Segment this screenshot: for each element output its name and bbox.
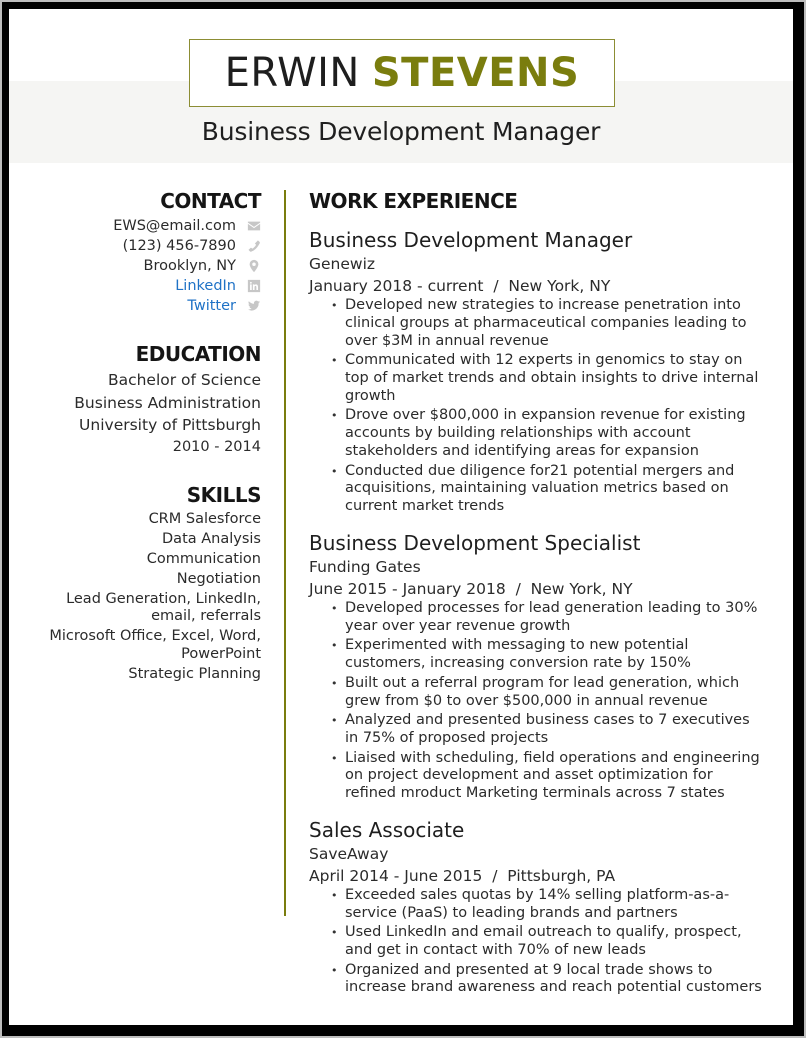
bullet-item: Liaised with scheduling, field operation…: [331, 750, 765, 803]
school: University of Pittsburgh: [79, 416, 261, 434]
map-pin-icon: [246, 259, 261, 274]
envelope-icon: [246, 219, 261, 234]
skill-item: Lead Generation, LinkedIn, email, referr…: [66, 590, 261, 625]
job-entry: Business Development Specialist Funding …: [309, 530, 779, 803]
job-entry: Sales Associate SaveAway April 2014 - Ju…: [309, 817, 779, 997]
last-name: STEVENS: [371, 50, 580, 96]
linkedin-icon: [246, 279, 261, 294]
skills-heading: SKILLS: [186, 482, 262, 507]
first-name: ERWIN: [224, 50, 360, 96]
job-bullets: Developed processes for lead generation …: [309, 600, 779, 803]
job-dates-location: April 2014 - June 2015 / Pittsburgh, PA: [309, 866, 616, 885]
skill-item: Strategic Planning: [128, 665, 261, 682]
bullet-item: Exceeded sales quotas by 14% selling pla…: [331, 887, 765, 923]
job-title: Business Development Manager: [309, 228, 633, 252]
linkedin-link[interactable]: LinkedIn: [175, 278, 236, 294]
phone-text: (123) 456-7890: [122, 238, 236, 254]
skill-item: Communication: [146, 550, 261, 567]
skill-item: CRM Salesforce: [148, 510, 261, 527]
contact-email[interactable]: EWS@email.com: [9, 216, 261, 236]
bullet-item: Conducted due diligence for21 potential …: [331, 463, 765, 516]
job-bullets: Exceeded sales quotas by 14% selling pla…: [309, 887, 779, 997]
job-title: Business Development Specialist: [309, 530, 641, 555]
bullet-item: Organized and presented at 9 local trade…: [331, 962, 765, 998]
degree: Bachelor of Science: [107, 371, 261, 389]
right-column: WORK EXPERIENCE Business Development Man…: [309, 189, 779, 999]
job-entry: Business Development Manager Genewiz Jan…: [309, 227, 779, 516]
contact-phone[interactable]: (123) 456-7890: [9, 236, 261, 256]
contact-list: EWS@email.com (123) 456-7890 Brooklyn, N…: [9, 216, 261, 316]
company: SaveAway: [309, 844, 389, 863]
major: Business Administration: [74, 393, 261, 412]
location-text: Brooklyn, NY: [143, 258, 236, 274]
bullet-item: Experimented with messaging to new poten…: [331, 637, 765, 673]
skill-item: Data Analysis: [162, 530, 261, 547]
resume-page: ERWIN STEVENS Business Development Manag…: [9, 9, 793, 1025]
skill-item: Microsoft Office, Excel, Word, PowerPoin…: [49, 628, 261, 662]
twitter-icon: [246, 299, 261, 314]
contact-heading: CONTACT: [160, 189, 261, 213]
bullet-item: Built out a referral program for lead ge…: [331, 675, 765, 711]
bullet-item: Analyzed and presented business cases to…: [331, 712, 765, 748]
education-years: 2010 - 2014: [172, 438, 261, 455]
company: Genewiz: [309, 255, 376, 273]
name-box: ERWIN STEVENS: [189, 39, 615, 107]
education-section: EDUCATION Bachelor of Science Business A…: [9, 342, 261, 457]
email-text: EWS@email.com: [113, 218, 236, 234]
bullet-item: Developed processes for lead generation …: [331, 600, 765, 636]
skill-item: Negotiation: [176, 570, 261, 587]
skills-list: CRM Salesforce Data Analysis Communicati…: [9, 511, 261, 684]
twitter-link[interactable]: Twitter: [187, 298, 236, 314]
bullet-item: Drove over $800,000 in expansion revenue…: [331, 407, 765, 460]
job-title-header: Business Development Manager: [201, 117, 601, 146]
job-dates-location: June 2015 - January 2018 / New York, NY: [309, 579, 633, 598]
phone-icon: [246, 239, 261, 254]
education-heading: EDUCATION: [135, 342, 262, 366]
bullet-item: Used LinkedIn and email outreach to qual…: [331, 924, 765, 960]
contact-location: Brooklyn, NY: [9, 256, 261, 276]
left-column: CONTACT EWS@email.com (123) 456-7890 Bro…: [9, 189, 261, 686]
company: Funding Gates: [309, 557, 421, 576]
skills-section: SKILLS CRM Salesforce Data Analysis Comm…: [9, 483, 261, 684]
column-divider: [284, 190, 286, 916]
contact-linkedin[interactable]: LinkedIn: [9, 276, 261, 296]
job-title: Sales Associate: [309, 817, 465, 842]
bullet-item: Developed new strategies to increase pen…: [331, 297, 765, 350]
bullet-item: Communicated with 12 experts in genomics…: [331, 352, 765, 405]
experience-heading: WORK EXPERIENCE: [309, 189, 518, 213]
contact-twitter[interactable]: Twitter: [9, 296, 261, 316]
job-dates-location: January 2018 - current / New York, NY: [309, 277, 611, 295]
job-bullets: Developed new strategies to increase pen…: [309, 297, 779, 516]
